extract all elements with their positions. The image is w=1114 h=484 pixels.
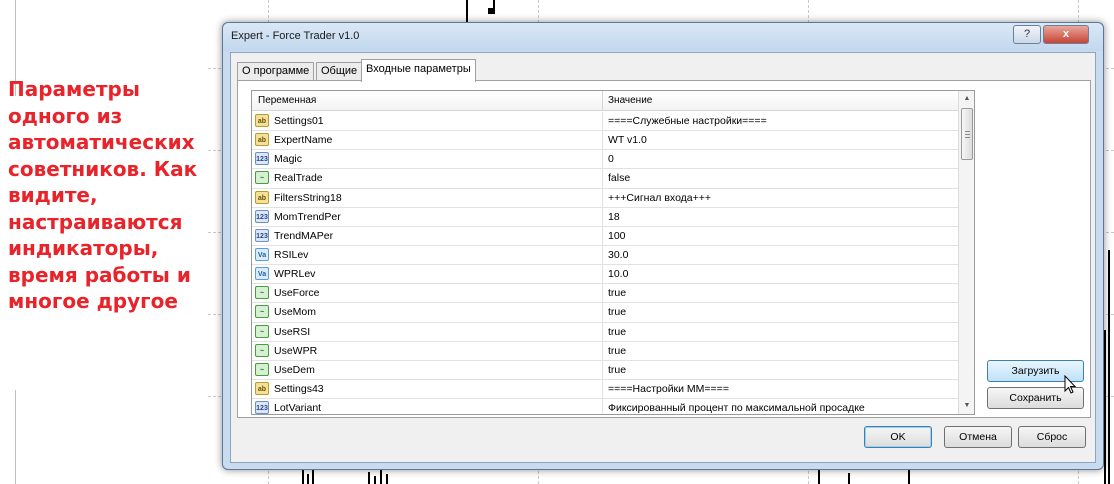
param-type-boolean-icon: ~ [255, 286, 269, 300]
param-name: LotVariant [274, 402, 322, 415]
tab-inputs[interactable]: Входные параметры [361, 59, 476, 82]
param-value[interactable]: +++Сигнал входа+++ [608, 192, 711, 204]
param-value[interactable]: false [608, 172, 630, 184]
scroll-up-icon[interactable]: ▲ [959, 91, 974, 107]
parameters-grid: Переменная Значение ab Settings01 ====Служ… [251, 90, 975, 415]
table-row[interactable]: 123 Magic 0 [252, 150, 958, 170]
table-row[interactable]: ~ UseForce true [252, 284, 958, 304]
table-row[interactable]: Va RSILev 30.0 [252, 245, 958, 266]
tab-common[interactable]: Общие [316, 62, 363, 81]
param-type-string-icon: ab [255, 133, 269, 147]
table-row[interactable]: 123 LotVariant Фиксированный процент по ма… [252, 399, 958, 415]
param-name: UseDem [274, 363, 315, 376]
param-type-boolean-icon: ~ [255, 343, 269, 357]
param-type-integer-icon: 123 [255, 152, 269, 166]
scroll-thumb[interactable] [961, 108, 973, 160]
param-name: Settings01 [274, 115, 324, 127]
param-name: ExpertName [274, 134, 333, 147]
param-name: UseMom [274, 306, 317, 319]
param-value[interactable]: WT v1.0 [608, 134, 647, 146]
table-row[interactable]: 123 TrendMAPer 100 [252, 226, 958, 246]
caption-line: одного из [8, 103, 123, 128]
close-button[interactable]: x [1043, 25, 1089, 44]
table-row[interactable]: ~ UseDem true [252, 360, 958, 380]
column-header-value[interactable]: Значение [608, 95, 652, 106]
left-guide-line [15, 390, 16, 484]
table-row[interactable]: ab FiltersString18 +++Сигнал входа+++ [252, 188, 958, 208]
param-value[interactable]: 18 [608, 211, 620, 223]
param-value[interactable]: true [608, 306, 626, 318]
annotation-caption: Параметры одного из автоматических совет… [8, 76, 218, 315]
vertical-scrollbar[interactable]: ▲ ▼ [958, 91, 974, 414]
inputs-tab-panel: Переменная Значение ab Settings01 ====Служ… [237, 80, 1091, 418]
table-row[interactable]: ~ UseMom true [252, 303, 958, 323]
param-type-string-icon: ab [255, 114, 269, 127]
help-button[interactable]: ? [1013, 25, 1041, 44]
table-row[interactable]: ~ UseWPR true [252, 341, 958, 361]
param-type-integer-icon: 123 [255, 228, 269, 242]
dialog-client-area: О программе Общие Входные параметры Пере… [230, 52, 1096, 463]
ok-button[interactable]: OK [864, 426, 932, 448]
param-value[interactable]: true [608, 287, 626, 299]
param-name: UseRSI [274, 325, 311, 338]
param-value[interactable]: ====Служебные настройки==== [608, 115, 767, 127]
reset-button[interactable]: Сброс [1018, 426, 1086, 448]
caption-line: индикаторы, [8, 236, 159, 260]
mouse-pointer-icon [1064, 375, 1077, 394]
param-type-integer-icon: 123 [255, 401, 269, 414]
param-value[interactable]: ====Настройки ММ==== [608, 383, 729, 395]
param-value[interactable]: true [608, 345, 626, 357]
param-name: FiltersString18 [274, 191, 342, 204]
param-value[interactable]: 30.0 [608, 249, 628, 261]
param-value[interactable]: 0 [608, 153, 614, 165]
param-type-boolean-icon: ~ [255, 305, 269, 319]
scroll-down-icon[interactable]: ▼ [959, 398, 974, 414]
table-row[interactable]: ab Settings01 ====Служебные настройки==== [252, 112, 958, 132]
caption-line: время работы и [8, 262, 191, 287]
param-value[interactable]: Фиксированный процент по максимальной пр… [608, 402, 865, 414]
param-value[interactable]: true [608, 364, 626, 376]
table-row[interactable]: ~ UseRSI true [252, 322, 958, 342]
param-type-boolean-icon: ~ [255, 171, 269, 185]
caption-line: автоматических [8, 130, 195, 154]
title-bar[interactable]: Expert - Force Trader v1.0 ? x [223, 23, 1103, 51]
param-name: Settings43 [274, 382, 324, 395]
param-name: UseWPR [274, 344, 318, 357]
grid-header: Переменная Значение [252, 91, 958, 111]
param-type-string-icon: ab [255, 190, 269, 204]
param-type-boolean-icon: ~ [255, 362, 269, 376]
cancel-button[interactable]: Отмена [944, 426, 1012, 448]
table-row[interactable]: ~ RealTrade false [252, 169, 958, 189]
param-type-double-icon: Va [255, 267, 269, 281]
param-type-integer-icon: 123 [255, 209, 269, 223]
param-type-string-icon: ab [255, 381, 269, 395]
table-row[interactable]: ab Settings43 ====Настройки ММ==== [252, 379, 958, 400]
tab-about[interactable]: О программе [237, 62, 315, 81]
expert-properties-dialog: Expert - Force Trader v1.0 ? x О програм… [222, 22, 1104, 470]
caption-line: видите, [8, 183, 98, 207]
param-type-double-icon: Va [255, 247, 269, 261]
grid-rows: ab Settings01 ====Служебные настройки==== a… [252, 112, 958, 415]
param-name: WPRLev [274, 268, 316, 281]
table-row[interactable]: Va WPRLev 10.0 [252, 265, 958, 285]
param-name: UseForce [274, 287, 320, 300]
caption-line: многое другое [8, 289, 178, 313]
caption-line: настраиваются [8, 209, 183, 234]
param-value[interactable]: 10.0 [608, 268, 628, 280]
param-value[interactable]: true [608, 326, 626, 338]
window-title: Expert - Force Trader v1.0 [231, 30, 360, 42]
param-value[interactable]: 100 [608, 230, 626, 242]
table-row[interactable]: 123 MomTrendPer 18 [252, 207, 958, 227]
table-row[interactable]: ab ExpertName WT v1.0 [252, 131, 958, 151]
caption-line: Параметры [8, 77, 140, 101]
column-header-variable[interactable]: Переменная [258, 95, 316, 106]
param-name: MomTrendPer [274, 210, 341, 223]
param-name: TrendMAPer [274, 229, 334, 242]
param-name: RealTrade [274, 172, 323, 185]
param-type-boolean-icon: ~ [255, 324, 269, 338]
param-name: Magic [274, 153, 303, 166]
param-name: RSILev [274, 248, 309, 261]
caption-line: советников. Как [8, 156, 198, 181]
